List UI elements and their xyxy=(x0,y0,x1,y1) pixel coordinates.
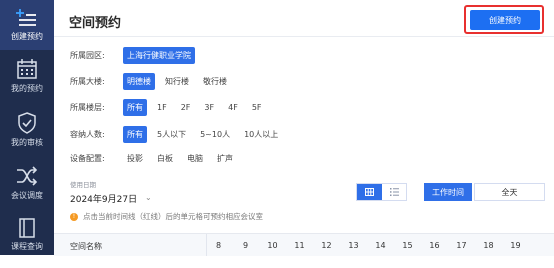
work-time-button[interactable]: 工作时间 xyxy=(424,183,472,201)
equipment-option[interactable]: 扩声 xyxy=(217,153,233,164)
filter-label: 所属大楼: xyxy=(70,77,105,86)
sidebar-item-label: 课程查询 xyxy=(11,242,43,251)
sidebar-item-create[interactable]: 创建预约 xyxy=(0,0,54,50)
filter-campus: 所属园区: 上海行健职业学院 xyxy=(70,47,205,64)
column-header-hour: 15 xyxy=(402,241,413,250)
building-option[interactable]: 敬行楼 xyxy=(203,76,227,87)
info-icon: ! xyxy=(70,212,78,221)
list-view-button[interactable] xyxy=(382,184,406,200)
grid-view-button[interactable] xyxy=(357,184,382,200)
column-header-hour: 14 xyxy=(375,241,386,250)
filter-floor: 所属楼层: 所有 1F 2F 3F 4F 5F xyxy=(70,99,276,116)
capacity-option[interactable]: 10人以上 xyxy=(244,129,278,140)
capacity-option[interactable]: 5~10人 xyxy=(200,129,230,140)
column-header-hour: 18 xyxy=(483,241,494,250)
time-range-toggle: 工作时间 全天 xyxy=(424,183,545,201)
schedule-table-header: 空间名称 8 9 10 11 12 13 14 15 16 17 18 19 xyxy=(54,233,554,256)
floor-option[interactable]: 5F xyxy=(252,103,262,112)
sidebar-item-label: 我的预约 xyxy=(11,84,43,93)
filter-capacity: 容纳人数: 所有 5人以下 5~10人 10人以上 xyxy=(70,126,292,143)
floor-option[interactable]: 1F xyxy=(157,103,167,112)
page-title: 空间预约 xyxy=(69,16,122,31)
filter-label: 设备配置: xyxy=(70,154,105,163)
hint-label: 点击当前时间线（红线）后的单元格可预约相应会议室 xyxy=(83,212,263,221)
column-header-hour: 8 xyxy=(215,241,222,250)
list-icon xyxy=(389,188,399,196)
header-divider xyxy=(54,36,554,37)
book-icon xyxy=(19,218,35,238)
filter-label: 所属楼层: xyxy=(70,103,105,112)
capacity-option[interactable]: 5人以下 xyxy=(157,129,186,140)
floor-option[interactable]: 所有 xyxy=(123,99,147,116)
hint-text: ! 点击当前时间线（红线）后的单元格可预约相应会议室 xyxy=(70,211,263,222)
main-panel: 空间预约 创建预约 所属园区: 上海行健职业学院 所属大楼: 明德楼 知行楼 敬… xyxy=(54,0,554,256)
column-header-hour: 19 xyxy=(510,241,521,250)
chevron-down-icon[interactable]: ⌄ xyxy=(145,193,152,202)
shield-check-icon xyxy=(18,112,36,134)
sidebar-item-label: 创建预约 xyxy=(11,32,43,41)
column-header-hour: 12 xyxy=(321,241,332,250)
floor-option[interactable]: 4F xyxy=(228,103,238,112)
building-option[interactable]: 明德楼 xyxy=(123,73,155,90)
column-header-hour: 10 xyxy=(267,241,278,250)
building-option[interactable]: 知行楼 xyxy=(165,76,189,87)
column-header-hour: 11 xyxy=(294,241,305,250)
create-booking-button[interactable]: 创建预约 xyxy=(470,10,540,30)
column-header-hour: 17 xyxy=(456,241,467,250)
shuffle-icon xyxy=(17,166,38,186)
view-toggle xyxy=(356,183,407,201)
sidebar-item-course[interactable]: 课程查询 xyxy=(0,218,54,268)
equipment-option[interactable]: 投影 xyxy=(127,153,143,164)
sidebar-item-scheduling[interactable]: 会议调度 xyxy=(0,165,54,215)
column-header-hour: 13 xyxy=(348,241,359,250)
column-header-hour: 9 xyxy=(242,241,249,250)
filter-label: 容纳人数: xyxy=(70,130,105,139)
floor-option[interactable]: 3F xyxy=(204,103,214,112)
equipment-option[interactable]: 电脑 xyxy=(187,153,203,164)
column-header-hour: 16 xyxy=(429,241,440,250)
calendar-icon xyxy=(17,59,37,79)
equipment-option[interactable]: 白板 xyxy=(157,153,173,164)
column-header-space-name: 空间名称 xyxy=(70,242,102,251)
sidebar-item-my-bookings[interactable]: 我的预约 xyxy=(0,58,54,108)
floor-option[interactable]: 2F xyxy=(181,103,191,112)
filter-building: 所属大楼: 明德楼 知行楼 敬行楼 xyxy=(70,73,241,90)
all-day-button[interactable]: 全天 xyxy=(474,183,545,201)
date-picker[interactable]: 2024年9月27日 xyxy=(70,192,137,205)
filter-label: 所属园区: xyxy=(70,51,105,60)
grid-icon xyxy=(365,188,374,196)
campus-option-selected[interactable]: 上海行健职业学院 xyxy=(123,47,195,64)
sidebar-item-label: 我的审核 xyxy=(11,138,43,147)
create-plus-icon xyxy=(16,9,36,26)
sidebar: 创建预约 我的预约 我的审核 会议调度 课程查询 xyxy=(0,0,54,255)
sidebar-item-my-review[interactable]: 我的审核 xyxy=(0,112,54,162)
capacity-option[interactable]: 所有 xyxy=(123,126,147,143)
date-caption: 使用日期 xyxy=(70,181,96,189)
sidebar-item-label: 会议调度 xyxy=(11,191,43,200)
filter-equipment: 设备配置: 投影 白板 电脑 扩声 xyxy=(70,153,247,164)
